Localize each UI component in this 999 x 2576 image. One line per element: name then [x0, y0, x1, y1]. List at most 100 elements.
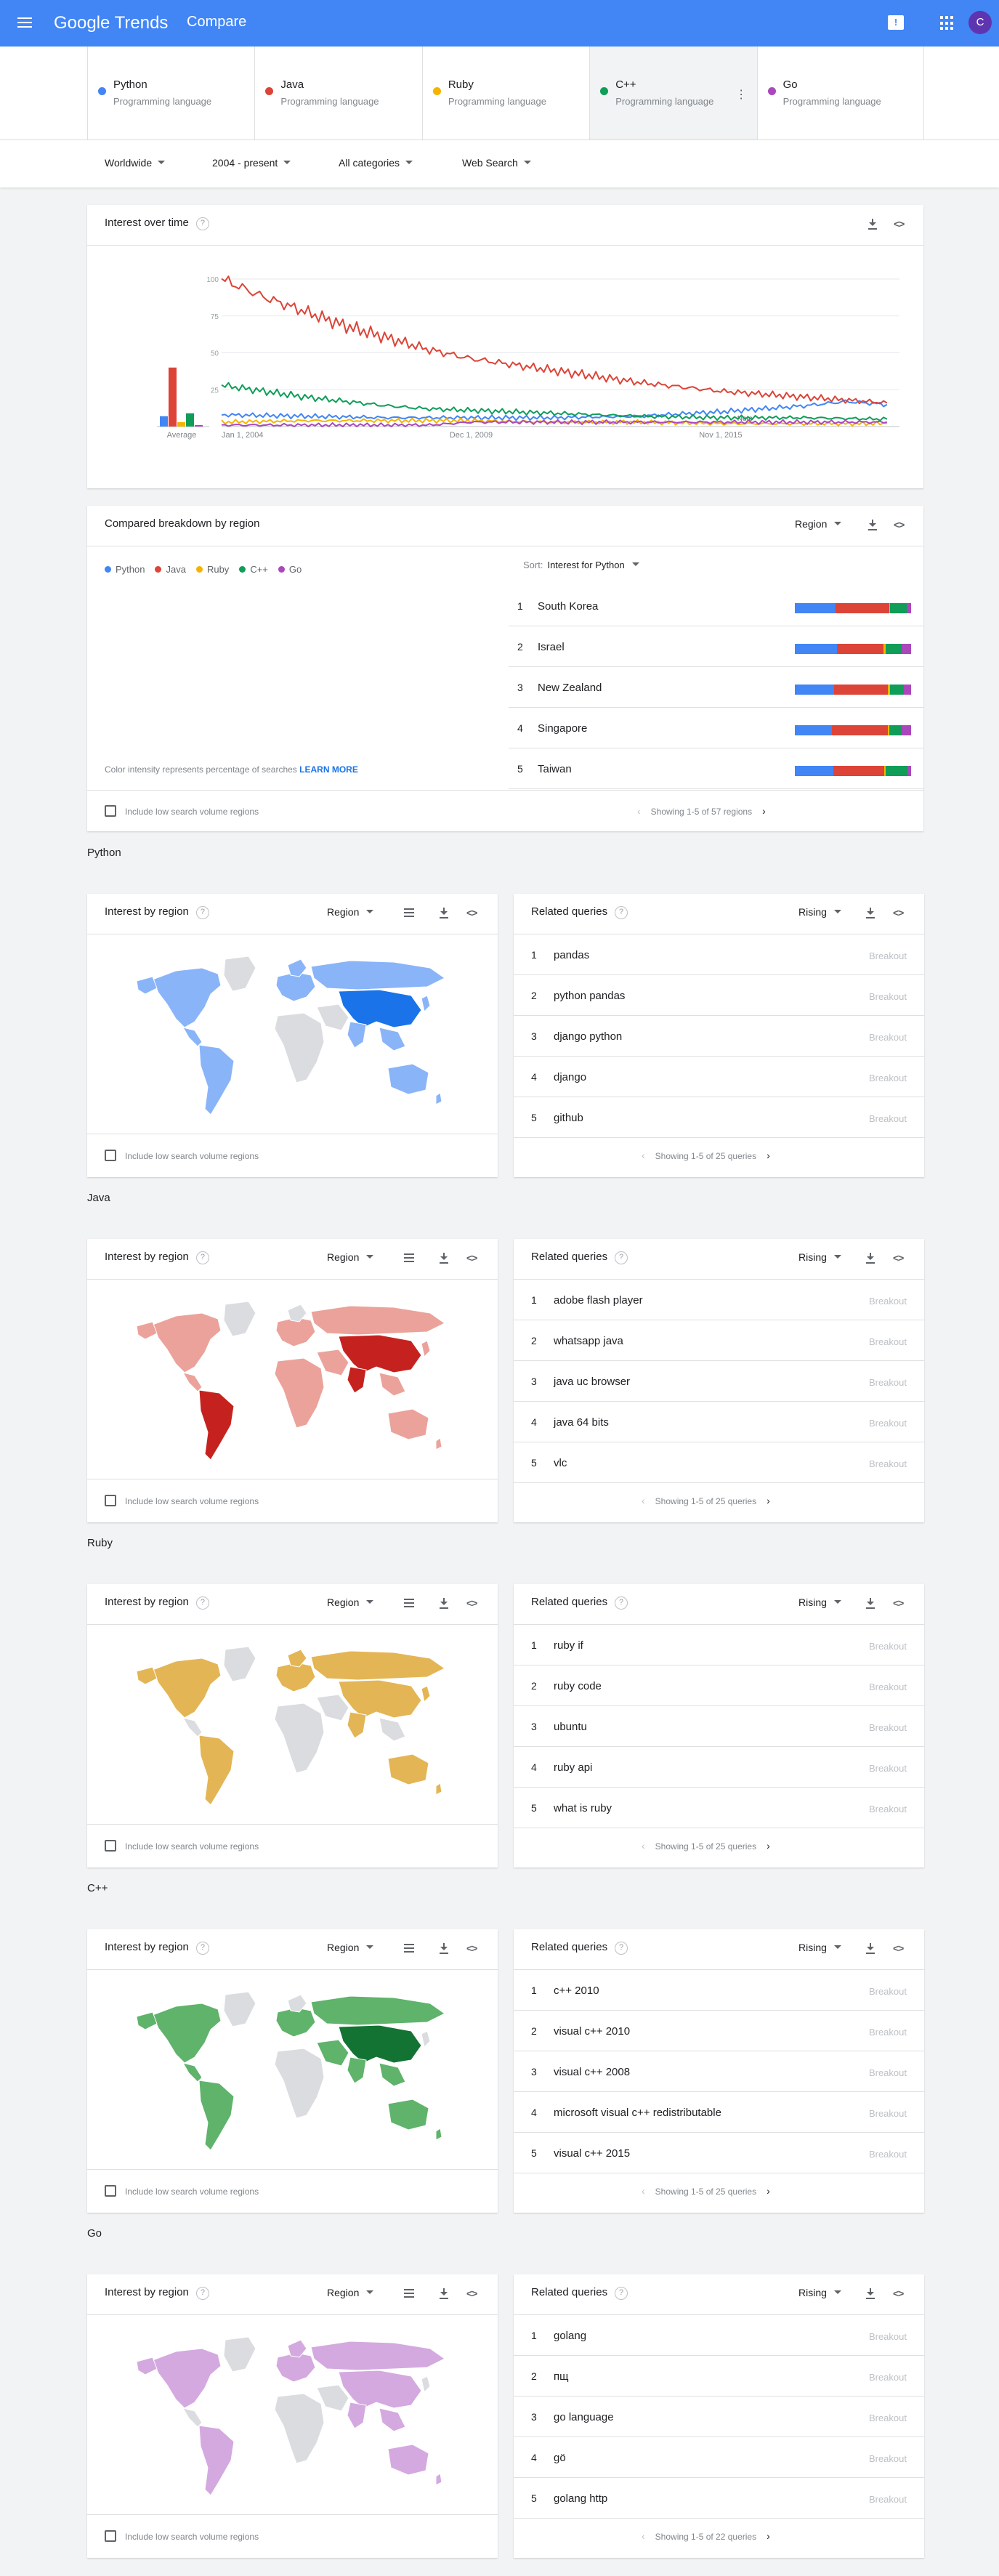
map-region-south-america[interactable] — [198, 1735, 235, 1806]
query-row[interactable]: 3 visual c++ 2008 Breakout — [514, 2051, 924, 2092]
query-row[interactable]: 3 django python Breakout — [514, 1016, 924, 1057]
map-region-greenland[interactable] — [223, 1646, 256, 1682]
embed-code-icon[interactable]: <> — [893, 2288, 904, 2299]
map-region-africa[interactable] — [274, 2393, 325, 2464]
map-region-southeast-asia[interactable] — [379, 1372, 406, 1397]
download-icon[interactable] — [867, 218, 878, 230]
map-region-central-america[interactable] — [182, 1372, 203, 1392]
rising-top-select[interactable]: Rising — [798, 2287, 841, 2298]
map-region-alaska[interactable] — [136, 2357, 158, 2375]
list-view-icon[interactable] — [404, 2289, 414, 2298]
world-map[interactable] — [132, 1642, 452, 1809]
low-volume-checkbox[interactable] — [105, 2530, 116, 2542]
map-region-africa[interactable] — [274, 1012, 325, 1083]
next-page-icon[interactable]: › — [767, 2185, 770, 2197]
learn-more-link[interactable]: LEARN MORE — [299, 764, 358, 775]
list-view-icon[interactable] — [404, 1253, 414, 1262]
map-region-alaska[interactable] — [136, 2011, 158, 2030]
map-region-new-zealand[interactable] — [435, 2473, 442, 2486]
rising-top-select[interactable]: Rising — [798, 1942, 841, 1953]
map-region-india[interactable] — [347, 2402, 367, 2429]
map-region-new-zealand[interactable] — [435, 2128, 442, 2141]
download-icon[interactable] — [865, 1597, 876, 1609]
embed-code-icon[interactable]: <> — [894, 218, 905, 230]
term-chip-ruby[interactable]: Ruby Programming language — [421, 47, 589, 140]
download-icon[interactable] — [438, 1942, 450, 1954]
query-row[interactable]: 4 ruby api Breakout — [514, 1747, 924, 1788]
map-region-japan[interactable] — [421, 2375, 431, 2393]
world-map[interactable] — [132, 2333, 452, 2500]
resolution-select[interactable]: Region — [327, 906, 374, 918]
query-row[interactable]: 1 golang Breakout — [514, 2315, 924, 2356]
resolution-select[interactable]: Region — [795, 518, 842, 530]
query-row[interactable]: 3 go language Breakout — [514, 2397, 924, 2437]
world-map[interactable] — [132, 1297, 452, 1464]
map-region-india[interactable] — [347, 1021, 367, 1049]
query-row[interactable]: 1 ruby if Breakout — [514, 1625, 924, 1665]
map-region-europe[interactable] — [275, 2007, 316, 2038]
help-icon[interactable]: ? — [615, 1942, 628, 1955]
map-region-russia[interactable] — [310, 1305, 445, 1336]
query-row[interactable]: 2 whatsapp java Breakout — [514, 1320, 924, 1361]
download-icon[interactable] — [865, 907, 876, 918]
list-view-icon[interactable] — [404, 1599, 414, 1607]
map-region-new-zealand[interactable] — [435, 1092, 442, 1105]
download-icon[interactable] — [438, 2288, 450, 2299]
map-region-japan[interactable] — [421, 1685, 431, 1703]
property-filter[interactable]: Web Search — [462, 157, 531, 169]
low-volume-checkbox[interactable] — [105, 805, 116, 817]
map-region-india[interactable] — [347, 1711, 367, 1739]
query-row[interactable]: 3 ubuntu Breakout — [514, 1706, 924, 1747]
map-region-north-america[interactable] — [152, 967, 222, 1028]
query-row[interactable]: 4 java 64 bits Breakout — [514, 1402, 924, 1442]
prev-page-icon[interactable]: ‹ — [642, 1495, 645, 1506]
map-region-new-zealand[interactable] — [435, 1437, 442, 1450]
embed-code-icon[interactable]: <> — [466, 1942, 477, 1954]
resolution-select[interactable]: Region — [327, 1942, 374, 1953]
map-region-russia[interactable] — [310, 1995, 445, 2026]
query-row[interactable]: 2 python pandas Breakout — [514, 975, 924, 1016]
prev-page-icon[interactable]: ‹ — [637, 805, 641, 817]
map-region-greenland[interactable] — [223, 2336, 256, 2373]
time-filter[interactable]: 2004 - present — [212, 157, 291, 169]
map-region-australia[interactable] — [387, 1408, 429, 1440]
help-icon[interactable]: ? — [195, 1251, 209, 1264]
embed-code-icon[interactable]: <> — [893, 1252, 904, 1264]
download-icon[interactable] — [867, 519, 878, 530]
help-icon[interactable]: ? — [615, 1596, 628, 1610]
help-icon[interactable]: ? — [195, 217, 209, 230]
feedback-icon[interactable] — [888, 15, 904, 30]
query-row[interactable]: 4 django Breakout — [514, 1057, 924, 1097]
resolution-select[interactable]: Region — [327, 2287, 374, 2298]
help-icon[interactable]: ? — [615, 1251, 628, 1264]
prev-page-icon[interactable]: ‹ — [642, 2185, 645, 2197]
geo-filter[interactable]: Worldwide — [105, 157, 166, 169]
map-region-south-america[interactable] — [198, 1044, 235, 1115]
map-region-greenland[interactable] — [223, 956, 256, 992]
query-row[interactable]: 5 github Breakout — [514, 1097, 924, 1138]
next-page-icon[interactable]: › — [767, 2530, 770, 2542]
region-row[interactable]: 1 South Korea — [509, 586, 923, 626]
region-row[interactable]: 5 Taiwan — [509, 748, 923, 789]
map-region-europe[interactable] — [275, 1317, 316, 1347]
rising-top-select[interactable]: Rising — [798, 906, 841, 918]
map-region-russia[interactable] — [310, 2341, 445, 2371]
rising-top-select[interactable]: Rising — [798, 1251, 841, 1263]
map-region-north-america[interactable] — [152, 1658, 222, 1719]
next-page-icon[interactable]: › — [767, 1150, 770, 1161]
query-row[interactable]: 4 microsoft visual c++ redistributable Bre… — [514, 2092, 924, 2133]
avatar[interactable]: C — [968, 11, 992, 34]
help-icon[interactable]: ? — [195, 906, 209, 919]
help-icon[interactable]: ? — [615, 2287, 628, 2300]
menu-icon[interactable] — [16, 15, 33, 32]
next-page-icon[interactable]: › — [762, 805, 766, 817]
help-icon[interactable]: ? — [195, 1596, 209, 1610]
download-icon[interactable] — [438, 1252, 450, 1264]
map-region-north-america[interactable] — [152, 1312, 222, 1373]
low-volume-checkbox[interactable] — [105, 1495, 116, 1506]
download-icon[interactable] — [865, 1252, 876, 1264]
map-region-central-america[interactable] — [182, 2062, 203, 2083]
map-region-australia[interactable] — [387, 1753, 429, 1785]
prev-page-icon[interactable]: ‹ — [642, 1150, 645, 1161]
download-icon[interactable] — [438, 1597, 450, 1609]
